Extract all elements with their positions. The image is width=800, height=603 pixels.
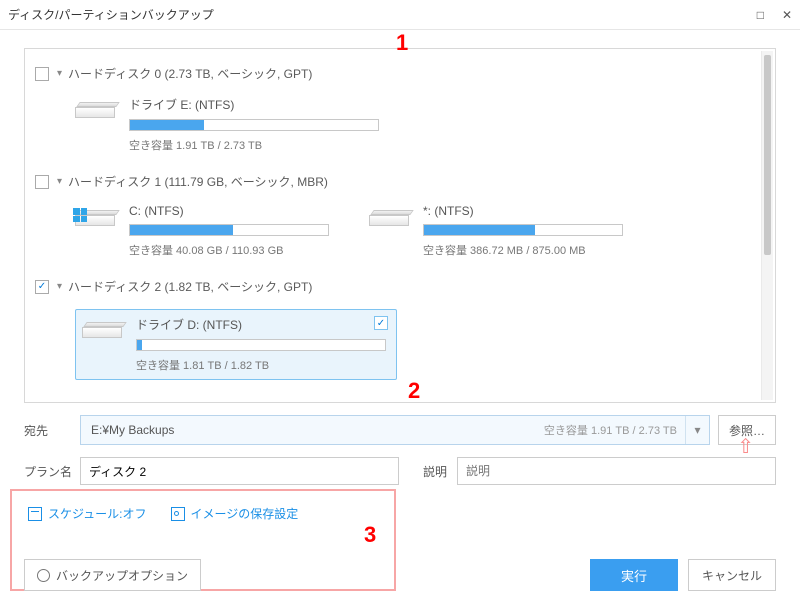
usage-bar [129, 224, 329, 236]
image-icon [171, 507, 185, 521]
annotation-arrow-icon: ⇧ [737, 434, 754, 459]
destination-path: E:¥My Backups [81, 423, 184, 437]
image-settings-label: イメージの保存設定 [191, 505, 299, 522]
annotation-3: 3 [364, 522, 376, 548]
usage-bar [136, 339, 386, 351]
hdd-icon [82, 322, 122, 352]
partition-name: ドライブ E: (NTFS) [129, 96, 379, 113]
schedule-link[interactable]: スケジュール:オフ [28, 505, 147, 522]
maximize-icon[interactable]: □ [757, 8, 764, 22]
main-area: ▾ ハードディスク 0 (2.73 TB, ベーシック, GPT) ドライブ E… [0, 30, 800, 522]
partition-row: ドライブ E: (NTFS) 空き容量 1.91 TB / 2.73 TB [35, 90, 755, 167]
partition-info: *: (NTFS) 空き容量 386.72 MB / 875.00 MB [423, 204, 623, 258]
destination-free: 空き容量 1.91 TB / 2.73 TB [544, 422, 685, 438]
partition-item[interactable]: *: (NTFS) 空き容量 386.72 MB / 875.00 MB [369, 204, 623, 258]
schedule-link-label: スケジュール:オフ [48, 505, 147, 522]
disk-header-1[interactable]: ▾ ハードディスク 1 (111.79 GB, ベーシック, MBR) [35, 173, 755, 190]
partition-checkbox[interactable]: ✓ [374, 316, 388, 330]
partition-row: ✓ ドライブ D: (NTFS) 空き容量 1.81 TB / 1.82 TB [35, 303, 755, 394]
cancel-button[interactable]: キャンセル [688, 559, 776, 591]
gear-icon [37, 569, 50, 582]
partition-info: ドライブ E: (NTFS) 空き容量 1.91 TB / 2.73 TB [129, 96, 379, 153]
windows-hdd-icon [75, 210, 115, 240]
disk-checkbox-0[interactable] [35, 67, 49, 81]
partition-row: C: (NTFS) 空き容量 40.08 GB / 110.93 GB *: (… [35, 198, 755, 272]
destination-field[interactable]: E:¥My Backups 空き容量 1.91 TB / 2.73 TB ▾ [80, 415, 710, 445]
disk-list: ▾ ハードディスク 0 (2.73 TB, ベーシック, GPT) ドライブ E… [24, 48, 776, 403]
backup-options-button[interactable]: バックアップオプション [24, 559, 201, 591]
free-space-label: 空き容量 40.08 GB / 110.93 GB [129, 242, 329, 258]
destination-dropdown-icon[interactable]: ▾ [685, 416, 709, 444]
footer: バックアップオプション 実行 キャンセル [0, 547, 800, 603]
chevron-down-icon[interactable]: ▾ [57, 176, 62, 187]
partition-item[interactable]: ドライブ E: (NTFS) 空き容量 1.91 TB / 2.73 TB [75, 96, 379, 153]
close-icon[interactable]: ✕ [782, 8, 792, 22]
hdd-icon [369, 210, 409, 240]
disk-title: ハードディスク 0 (2.73 TB, ベーシック, GPT) [68, 65, 312, 82]
run-button[interactable]: 実行 [590, 559, 678, 591]
partition-info: ドライブ D: (NTFS) 空き容量 1.81 TB / 1.82 TB [136, 316, 386, 373]
disk-checkbox-1[interactable] [35, 175, 49, 189]
partition-item-selected[interactable]: ✓ ドライブ D: (NTFS) 空き容量 1.81 TB / 1.82 TB [75, 309, 397, 380]
window-title: ディスク/パーティションバックアップ [8, 6, 214, 23]
annotation-1: 1 [396, 30, 408, 56]
disk-title: ハードディスク 1 (111.79 GB, ベーシック, MBR) [68, 173, 328, 190]
free-space-label: 空き容量 1.91 TB / 2.73 TB [129, 137, 379, 153]
partition-name: *: (NTFS) [423, 204, 623, 218]
backup-options-label: バックアップオプション [56, 567, 188, 584]
partition-name: ドライブ D: (NTFS) [136, 316, 386, 333]
links-row: スケジュール:オフ イメージの保存設定 [24, 505, 776, 522]
disk-title: ハードディスク 2 (1.82 TB, ベーシック, GPT) [68, 278, 312, 295]
plan-label: プラン名 [24, 463, 80, 480]
disk-header-0[interactable]: ▾ ハードディスク 0 (2.73 TB, ベーシック, GPT) [35, 65, 755, 82]
disk-checkbox-2[interactable]: ✓ [35, 280, 49, 294]
scrollbar[interactable] [761, 51, 773, 400]
image-settings-link[interactable]: イメージの保存設定 [171, 505, 299, 522]
destination-label: 宛先 [24, 422, 80, 439]
hdd-icon [75, 102, 115, 132]
calendar-icon [28, 507, 42, 521]
destination-row: 宛先 E:¥My Backups 空き容量 1.91 TB / 2.73 TB … [24, 415, 776, 445]
free-space-label: 空き容量 386.72 MB / 875.00 MB [423, 242, 623, 258]
chevron-down-icon[interactable]: ▾ [57, 68, 62, 79]
disk-header-2[interactable]: ✓ ▾ ハードディスク 2 (1.82 TB, ベーシック, GPT) [35, 278, 755, 295]
titlebar: ディスク/パーティションバックアップ □ ✕ [0, 0, 800, 30]
window-controls: □ ✕ [757, 8, 792, 22]
annotation-2: 2 [408, 378, 420, 404]
usage-bar [423, 224, 623, 236]
plan-name-input[interactable] [80, 457, 399, 485]
plan-row: プラン名 説明 [24, 457, 776, 485]
usage-bar [129, 119, 379, 131]
partition-item[interactable]: C: (NTFS) 空き容量 40.08 GB / 110.93 GB [75, 204, 329, 258]
partition-info: C: (NTFS) 空き容量 40.08 GB / 110.93 GB [129, 204, 329, 258]
description-label: 説明 [423, 463, 447, 480]
partition-name: C: (NTFS) [129, 204, 329, 218]
scrollbar-thumb[interactable] [764, 55, 771, 255]
description-input[interactable] [457, 457, 776, 485]
free-space-label: 空き容量 1.81 TB / 1.82 TB [136, 357, 386, 373]
chevron-down-icon[interactable]: ▾ [57, 281, 62, 292]
